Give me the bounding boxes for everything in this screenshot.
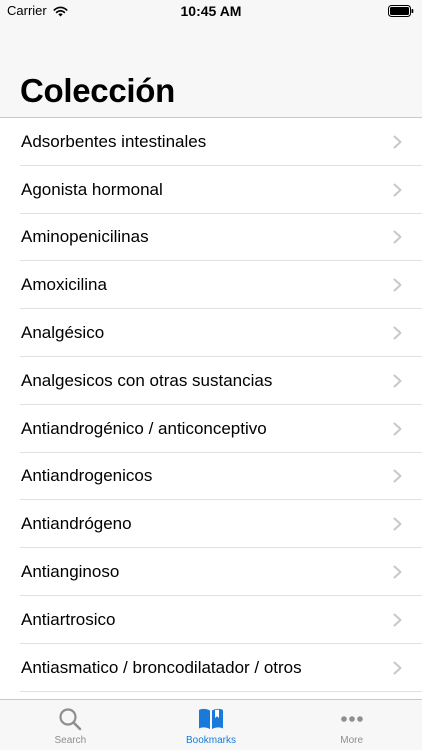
chevron-right-icon — [393, 183, 402, 197]
list-item-label: Antiandrogénico / anticonceptivo — [21, 418, 267, 438]
list-item[interactable]: Antiandrogénico / anticonceptivo — [0, 405, 422, 453]
list-item-label: Analgesicos con otras sustancias — [21, 370, 273, 390]
list-item-label: Antiartrosico — [21, 609, 116, 629]
list-item-label: Antiandrógeno — [21, 514, 132, 534]
status-time: 10:45 AM — [180, 3, 242, 19]
more-icon — [340, 716, 363, 722]
navigation-header: Colección — [0, 22, 422, 118]
tab-label: Bookmarks — [186, 735, 237, 746]
chevron-right-icon — [393, 565, 402, 579]
list-item[interactable]: Antiartrosico — [0, 596, 422, 644]
list-item[interactable]: Adsorbentes intestinales — [0, 118, 422, 166]
list-item-label: Adsorbentes intestinales — [21, 131, 207, 151]
list-item[interactable]: Analgesicos con otras sustancias — [0, 357, 422, 405]
chevron-right-icon — [393, 422, 402, 436]
chevron-right-icon — [393, 469, 402, 483]
list-item[interactable]: Aminopenicilinas — [0, 214, 422, 262]
tab-label: Search — [54, 735, 87, 746]
bookmarks-icon — [199, 708, 223, 729]
list-item[interactable]: Antiasmatico / broncodilatador / otros — [0, 644, 422, 692]
list-item[interactable]: Amoxicilina — [0, 261, 422, 309]
list-item-label: Antiandrogenicos — [21, 466, 153, 486]
chevron-right-icon — [393, 374, 402, 388]
list-item-label: Analgésico — [21, 323, 105, 343]
chevron-right-icon — [393, 135, 402, 149]
list-item[interactable]: Analgésico — [0, 309, 422, 357]
tab-search[interactable]: Search — [0, 700, 141, 750]
list-item[interactable]: Agonista hormonal — [0, 166, 422, 214]
chevron-right-icon — [393, 230, 402, 244]
list-item-label: Agonista hormonal — [21, 179, 163, 199]
tab-more[interactable]: More — [281, 700, 422, 750]
chevron-right-icon — [393, 517, 402, 531]
chevron-right-icon — [393, 661, 402, 675]
list-item[interactable]: Antianginoso — [0, 548, 422, 596]
tab-bookmarks[interactable]: Bookmarks — [141, 700, 282, 750]
collection-list[interactable]: Adsorbentes intestinales Agonista hormon… — [0, 118, 422, 699]
list-item-label: Aminopenicilinas — [21, 227, 149, 247]
chevron-right-icon — [393, 278, 402, 292]
list-item[interactable]: Antiandrogenicos — [0, 453, 422, 501]
list-item[interactable]: Antiandrógeno — [0, 500, 422, 548]
battery-icon — [388, 5, 414, 17]
chevron-right-icon — [393, 326, 402, 340]
page-title: Colección — [20, 72, 176, 109]
list-item-label: Antianginoso — [21, 562, 120, 582]
list-item-label: Antiasmatico / broncodilatador / otros — [21, 657, 302, 677]
tab-bar: Search Bookmarks More — [0, 699, 422, 750]
tab-label: More — [340, 735, 364, 746]
list-item-label: Amoxicilina — [21, 275, 107, 295]
search-icon — [59, 708, 82, 731]
status-bar: Carrier 10:45 AM — [0, 0, 422, 22]
chevron-right-icon — [393, 613, 402, 627]
